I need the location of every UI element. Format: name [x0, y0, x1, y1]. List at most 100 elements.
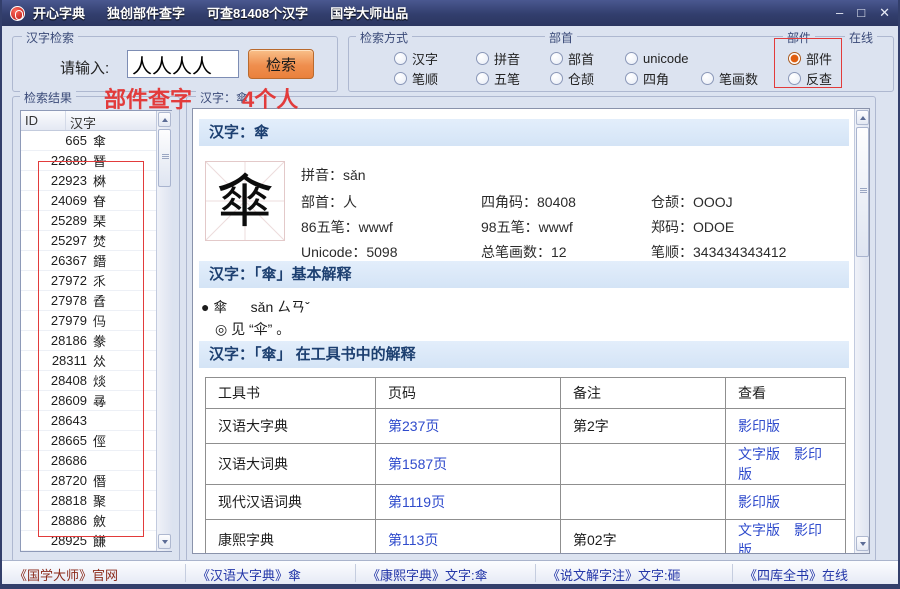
- results-scrollbar[interactable]: [156, 111, 172, 551]
- list-item[interactable]: 665傘: [21, 131, 156, 151]
- list-item[interactable]: 27972乑: [21, 271, 156, 291]
- radio-option-四角[interactable]: 四角: [625, 70, 669, 86]
- status-bar: 《国学大师》官网 《汉语大字典》傘 《康熙字典》文字:傘 《说文解字注》文字:砸 《四库…: [2, 560, 898, 584]
- detail-scroll-thumb[interactable]: [856, 127, 869, 257]
- detail-scrollbar[interactable]: [854, 109, 870, 553]
- radio-option-部件[interactable]: 部件: [788, 50, 832, 66]
- search-input[interactable]: [127, 50, 239, 78]
- radical-group-label: 部首: [545, 29, 577, 46]
- radio-label: 五笔: [494, 69, 520, 88]
- app-logo-icon: [10, 6, 25, 21]
- close-button[interactable]: ✕: [879, 0, 890, 26]
- radio-label: 反查: [806, 69, 832, 88]
- radio-dot-icon[interactable]: [701, 72, 714, 85]
- list-item-id: 28925: [21, 533, 93, 548]
- book-page-cell: 第1119页: [376, 485, 561, 520]
- scroll-down-button[interactable]: [158, 534, 171, 549]
- status-item-0[interactable]: 《国学大师》官网: [14, 565, 118, 584]
- book-name-cell: 汉语大词典: [206, 444, 376, 485]
- list-item[interactable]: 26367鐕: [21, 251, 156, 271]
- list-item-char: 聚: [93, 491, 156, 510]
- radio-option-笔画数[interactable]: 笔画数: [701, 70, 758, 86]
- list-item[interactable]: 28186豢: [21, 331, 156, 351]
- list-item[interactable]: 28886斂: [21, 511, 156, 531]
- scroll-up-button[interactable]: [158, 112, 171, 127]
- maximize-button[interactable]: □: [857, 0, 865, 26]
- radio-dot-icon[interactable]: [394, 72, 407, 85]
- list-item[interactable]: 28818聚: [21, 491, 156, 511]
- status-item-1[interactable]: 《汉语大字典》傘: [197, 565, 301, 584]
- radio-dot-icon[interactable]: [788, 52, 801, 65]
- radio-dot-icon[interactable]: [625, 52, 638, 65]
- radio-dot-icon[interactable]: [550, 52, 563, 65]
- radio-option-拼音[interactable]: 拼音: [476, 50, 520, 66]
- list-item[interactable]: 24069眘: [21, 191, 156, 211]
- page-link[interactable]: 第1119页: [388, 494, 445, 510]
- list-item-char: 㐷: [93, 311, 156, 330]
- books-header-row: 工具书页码备注查看: [206, 378, 846, 409]
- radio-option-仓颉[interactable]: 仓颉: [550, 70, 594, 86]
- info-field: 总笔画数：12: [481, 242, 567, 262]
- status-separator: [535, 564, 536, 582]
- list-item[interactable]: 28720僭: [21, 471, 156, 491]
- list-item[interactable]: 28311𠈌: [21, 351, 156, 371]
- list-item[interactable]: 28609㝷: [21, 391, 156, 411]
- radio-dot-icon[interactable]: [625, 72, 638, 85]
- radio-dot-icon[interactable]: [788, 72, 801, 85]
- explain-line: ◎ 见 “伞” 。: [215, 319, 290, 339]
- list-item[interactable]: 22923棥: [21, 171, 156, 191]
- list-item[interactable]: 25289琹: [21, 211, 156, 231]
- radio-option-部首[interactable]: 部首: [550, 50, 594, 66]
- status-item-3[interactable]: 《说文解字注》文字:砸: [547, 565, 681, 584]
- detail-scroll-down-button[interactable]: [856, 536, 869, 551]
- book-page-cell: 第1587页: [376, 444, 561, 485]
- list-item-char: 棥: [93, 171, 156, 190]
- radio-option-反查[interactable]: 反查: [788, 70, 832, 86]
- radio-dot-icon[interactable]: [550, 72, 563, 85]
- status-separator: [732, 564, 733, 582]
- list-item[interactable]: 27978孴: [21, 291, 156, 311]
- methods-group-label: 检索方式: [356, 29, 412, 46]
- radio-dot-icon[interactable]: [394, 52, 407, 65]
- radio-option-unicode[interactable]: unicode: [625, 50, 689, 66]
- page-link[interactable]: 第1587页: [388, 456, 447, 472]
- status-item-2[interactable]: 《康熙字典》文字:傘: [367, 565, 488, 584]
- radio-option-五笔[interactable]: 五笔: [476, 70, 520, 86]
- books-column-header: 工具书: [206, 378, 376, 409]
- app-window: 开心字典独创部件查字可查81408个汉字国学大师出品 – □ ✕ 汉字检索 请输…: [0, 0, 900, 589]
- list-item-char: 鐕: [93, 251, 156, 270]
- view-link[interactable]: 文字版: [738, 522, 780, 538]
- radio-label: 汉字: [412, 49, 438, 68]
- title-part-0: 开心字典: [33, 6, 85, 21]
- list-item[interactable]: 28686𠌻: [21, 451, 156, 471]
- list-item-char: 傘: [93, 131, 156, 150]
- column-header-id[interactable]: ID: [21, 111, 66, 130]
- list-item[interactable]: 28665俓: [21, 431, 156, 451]
- status-item-4[interactable]: 《四库全书》在线: [744, 565, 848, 584]
- list-item[interactable]: 28408㷋: [21, 371, 156, 391]
- radio-option-汉字[interactable]: 汉字: [394, 50, 438, 66]
- status-separator: [355, 564, 356, 582]
- books-row: 汉语大词典第1587页文字版影印版: [206, 444, 846, 485]
- minimize-button[interactable]: –: [836, 0, 843, 26]
- list-item[interactable]: 27979㐷: [21, 311, 156, 331]
- view-link[interactable]: 影印版: [738, 494, 780, 510]
- view-link[interactable]: 文字版: [738, 446, 780, 462]
- list-item[interactable]: 25297焚: [21, 231, 156, 251]
- search-button[interactable]: 检索: [248, 49, 314, 79]
- list-item[interactable]: 28643𠎃: [21, 411, 156, 431]
- page-link[interactable]: 第113页: [388, 532, 438, 548]
- radio-option-笔顺[interactable]: 笔顺: [394, 70, 438, 86]
- list-item[interactable]: 28925䭑: [21, 531, 156, 551]
- list-item[interactable]: 22689朁: [21, 151, 156, 171]
- list-item-char: 𠌻: [93, 453, 156, 468]
- radio-dot-icon[interactable]: [476, 52, 489, 65]
- results-group-label: 检索结果: [20, 89, 76, 106]
- big-character: 傘: [206, 166, 284, 238]
- page-link[interactable]: 第237页: [388, 418, 439, 434]
- detail-scroll-up-button[interactable]: [856, 110, 869, 125]
- scroll-thumb[interactable]: [158, 129, 171, 187]
- radio-dot-icon[interactable]: [476, 72, 489, 85]
- radio-label: 笔画数: [719, 69, 758, 88]
- view-link[interactable]: 影印版: [738, 418, 780, 434]
